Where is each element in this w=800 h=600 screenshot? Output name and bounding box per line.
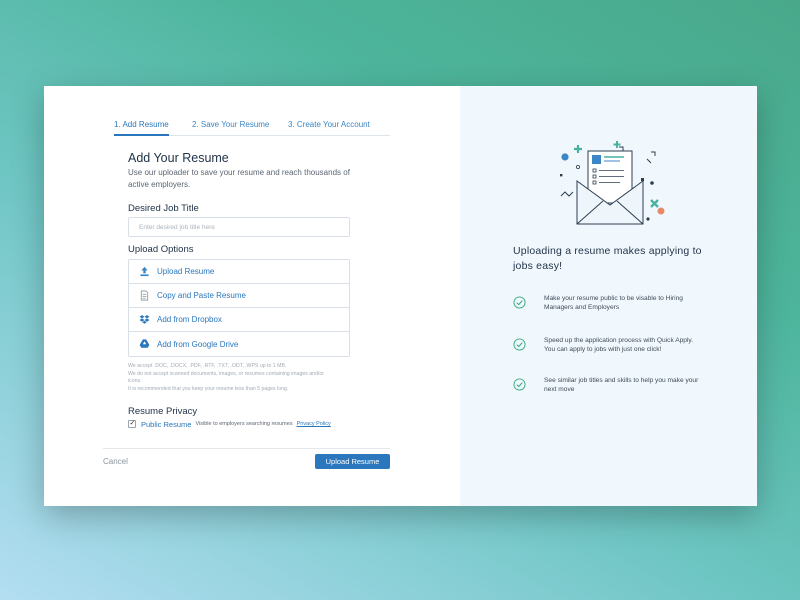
check-circle-icon [513, 338, 526, 351]
job-title-label: Desired Job Title [128, 203, 199, 214]
privacy-policy-link[interactable]: Privacy Policy [297, 421, 331, 427]
public-resume-row: Public Resume Visible to employers searc… [128, 419, 331, 429]
upload-form-panel: 1. Add Resume 2. Save Your Resume 3. Cre… [44, 86, 460, 506]
dropbox-label: Add from Dropbox [157, 315, 222, 324]
benefit-item: See similar job titles and skills to hel… [513, 376, 713, 394]
page-title: Add Your Resume [128, 151, 229, 165]
cancel-button[interactable]: Cancel [103, 457, 128, 466]
resume-envelope-illustration [560, 141, 665, 225]
copy-paste-option[interactable]: Copy and Paste Resume [129, 284, 349, 308]
copy-paste-label: Copy and Paste Resume [157, 291, 246, 300]
upload-options-list: Upload Resume Copy and Paste Resume Add … [128, 259, 350, 357]
dropbox-option[interactable]: Add from Dropbox [129, 308, 349, 332]
resume-upload-card: 1. Add Resume 2. Save Your Resume 3. Cre… [44, 86, 757, 506]
upload-options-label: Upload Options [128, 244, 194, 255]
dropbox-icon [139, 315, 150, 324]
document-icon [140, 290, 149, 301]
file-requirements-note: We accept .DOC, .DOCX, .PDF, .RTF, .TXT,… [128, 363, 328, 393]
check-circle-icon [513, 378, 526, 391]
upload-resume-label: Upload Resume [157, 267, 215, 276]
benefit-text: Speed up the application process with Qu… [544, 337, 694, 353]
public-resume-description: Visible to employers searching resumes [195, 421, 293, 427]
privacy-title: Resume Privacy [128, 406, 198, 417]
upload-resume-button[interactable]: Upload Resume [315, 454, 390, 469]
public-resume-label[interactable]: Public Resume [141, 420, 191, 429]
file-note-scanned: We do not accept scanned documents, imag… [128, 370, 324, 385]
tab-add-resume[interactable]: 1. Add Resume [114, 120, 169, 136]
job-title-input[interactable] [128, 217, 350, 237]
step-tabs: 1. Add Resume 2. Save Your Resume 3. Cre… [113, 120, 390, 136]
tab-create-account[interactable]: 3. Create Your Account [288, 120, 370, 129]
upload-icon [140, 266, 149, 277]
file-note-formats: We accept .DOC, .DOCX, .PDF, .RTF, .TXT,… [128, 363, 287, 369]
benefit-item: Make your resume public to be visable to… [513, 294, 713, 312]
google-drive-icon [139, 339, 150, 348]
benefit-text: Make your resume public to be visable to… [544, 295, 683, 311]
tab-save-resume[interactable]: 2. Save Your Resume [192, 120, 269, 129]
check-circle-icon [513, 296, 526, 309]
benefit-text: See similar job titles and skills to hel… [544, 377, 699, 393]
google-drive-label: Add from Google Drive [157, 339, 239, 349]
page-description: Use our uploader to save your resume and… [128, 168, 350, 189]
file-note-length: It is recommended that you keep your res… [128, 385, 289, 392]
benefits-headline: Uploading a resume makes applying to job… [513, 245, 702, 272]
upload-resume-option[interactable]: Upload Resume [129, 260, 349, 284]
public-resume-checkbox[interactable] [128, 419, 136, 428]
benefits-panel: Uploading a resume makes applying to job… [460, 86, 757, 506]
benefit-item: Speed up the application process with Qu… [513, 336, 713, 354]
google-drive-option[interactable]: Add from Google Drive [129, 332, 349, 356]
footer-divider [103, 448, 390, 449]
